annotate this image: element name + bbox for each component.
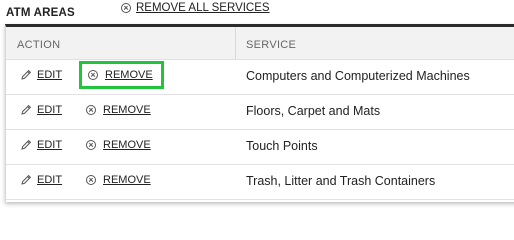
section-title: ATM AREAS — [6, 7, 75, 19]
services-table: ACTION SERVICE EDIT REMOVE Computers and… — [5, 24, 514, 202]
table-row: EDIT REMOVE Touch Points — [6, 129, 514, 165]
pencil-icon — [21, 139, 32, 150]
edit-label: EDIT — [37, 174, 63, 186]
table-row: EDIT REMOVE Computers and Computerized M… — [6, 59, 514, 95]
edit-label: EDIT — [37, 69, 63, 81]
remove-link-highlighted[interactable]: REMOVE — [79, 61, 164, 89]
service-name: Floors, Carpet and Mats — [246, 104, 381, 118]
remove-circle-icon — [121, 3, 131, 13]
header-row: ATM AREAS REMOVE ALL SERVICES — [0, 0, 514, 24]
service-name: Computers and Computerized Machines — [246, 69, 470, 83]
remove-circle-icon — [86, 105, 96, 115]
table-header: ACTION SERVICE — [6, 27, 514, 60]
remove-label: REMOVE — [103, 104, 151, 116]
remove-label: REMOVE — [105, 69, 153, 81]
remove-all-services-label: REMOVE ALL SERVICES — [136, 2, 270, 14]
remove-label: REMOVE — [103, 139, 151, 151]
column-header-action: ACTION — [17, 39, 61, 51]
column-header-service: SERVICE — [246, 39, 297, 51]
remove-link[interactable]: REMOVE — [86, 139, 151, 151]
edit-label: EDIT — [37, 104, 63, 116]
edit-link[interactable]: EDIT — [20, 69, 62, 81]
remove-all-services-link[interactable]: REMOVE ALL SERVICES — [121, 2, 270, 14]
edit-link[interactable]: EDIT — [20, 139, 62, 151]
pencil-icon — [21, 104, 32, 115]
edit-label: EDIT — [37, 139, 63, 151]
remove-circle-icon — [88, 70, 98, 80]
remove-link[interactable]: REMOVE — [86, 104, 151, 116]
remove-circle-icon — [86, 175, 96, 185]
service-name: Trash, Litter and Trash Containers — [246, 174, 436, 188]
remove-link[interactable]: REMOVE — [86, 174, 151, 186]
edit-link[interactable]: EDIT — [20, 104, 62, 116]
remove-circle-icon — [86, 140, 96, 150]
column-divider — [235, 27, 236, 59]
pencil-icon — [21, 69, 32, 80]
service-name: Touch Points — [246, 139, 318, 153]
edit-link[interactable]: EDIT — [20, 174, 62, 186]
pencil-icon — [21, 174, 32, 185]
table-row: EDIT REMOVE Trash, Litter and Trash Cont… — [6, 164, 514, 200]
table-row: EDIT REMOVE Floors, Carpet and Mats — [6, 94, 514, 130]
remove-label: REMOVE — [103, 174, 151, 186]
